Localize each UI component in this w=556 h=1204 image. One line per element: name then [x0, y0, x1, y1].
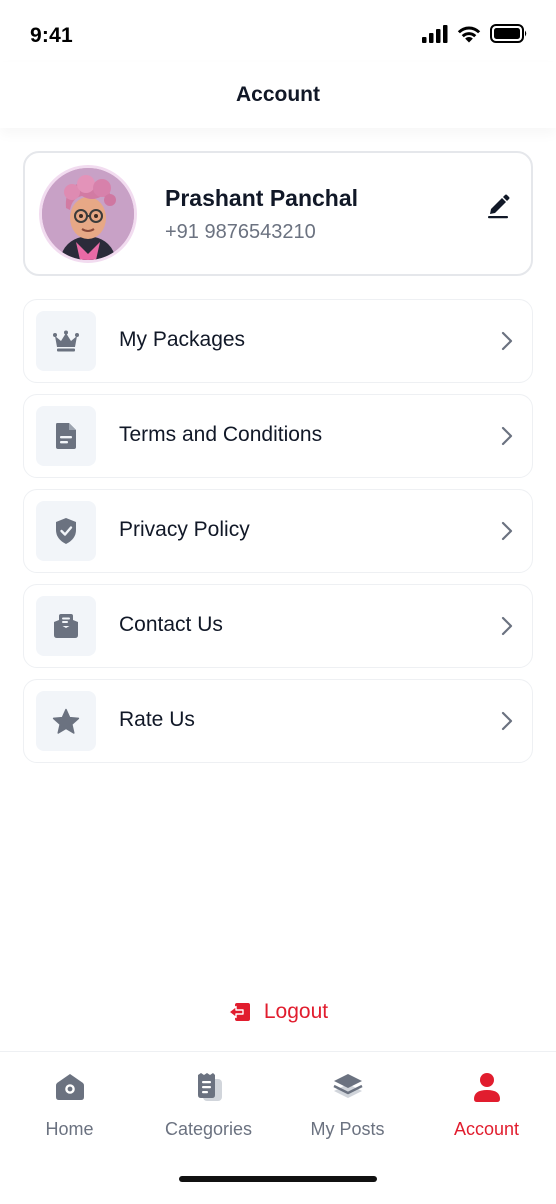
- signal-icon: [422, 24, 448, 43]
- profile-phone: +91 9876543210: [165, 221, 316, 243]
- menu-item-my-packages[interactable]: My Packages: [23, 299, 533, 383]
- user-icon-wrap: [470, 1070, 504, 1104]
- menu-icon-box: [36, 596, 96, 656]
- nav-label: Account: [453, 1119, 520, 1139]
- home-indicator: [179, 1176, 377, 1182]
- header: Account: [0, 62, 556, 128]
- pencil-icon: [488, 194, 510, 219]
- document-icon: [56, 423, 76, 449]
- chevron-right-icon: [501, 331, 513, 351]
- logout-icon: [228, 1003, 250, 1021]
- status-time: 9:41: [30, 24, 73, 47]
- menu-item-label: Terms and Conditions: [119, 423, 323, 446]
- categories-icon: [197, 1073, 222, 1101]
- wifi-icon: [457, 26, 481, 43]
- home-icon-wrap: [53, 1070, 87, 1104]
- menu-item-label: My Packages: [119, 328, 246, 351]
- nav-label: Home: [45, 1119, 94, 1139]
- nav-label: My Posts: [310, 1119, 385, 1139]
- home-icon: [55, 1074, 84, 1100]
- menu-item-label: Privacy Policy: [119, 518, 250, 541]
- categories-icon-wrap: [192, 1070, 226, 1104]
- layers-icon: [332, 1074, 363, 1098]
- menu-item-contact-us[interactable]: Contact Us: [23, 584, 533, 668]
- menu-item-terms[interactable]: Terms and Conditions: [23, 394, 533, 478]
- profile-card: Prashant Panchal +91 9876543210: [23, 151, 533, 276]
- avatar-illustration-icon: [42, 168, 134, 260]
- user-icon: [473, 1073, 500, 1102]
- menu-icon-box: [36, 406, 96, 466]
- status-icons: [422, 24, 528, 43]
- nav-item-categories[interactable]: Categories: [139, 1070, 278, 1150]
- battery-icon: [490, 24, 527, 43]
- menu-item-label: Contact Us: [119, 613, 223, 636]
- crown-icon: [53, 330, 79, 352]
- menu-icon-box: [36, 691, 96, 751]
- menu-item-rate-us[interactable]: Rate Us: [23, 679, 533, 763]
- logout-label: Logout: [263, 1000, 329, 1023]
- edit-profile-button[interactable]: [485, 189, 511, 219]
- menu-item-privacy-policy[interactable]: Privacy Policy: [23, 489, 533, 573]
- nav-item-home[interactable]: Home: [0, 1070, 139, 1150]
- nav-label: Categories: [164, 1119, 253, 1139]
- chevron-right-icon: [501, 711, 513, 731]
- star-icon: [52, 708, 80, 734]
- nav-item-my-posts[interactable]: My Posts: [278, 1070, 417, 1150]
- nav-item-account[interactable]: Account: [417, 1070, 556, 1150]
- chevron-right-icon: [501, 426, 513, 446]
- menu-icon-box: [36, 311, 96, 371]
- page-title: Account: [236, 83, 320, 106]
- mail-inbox-icon: [54, 614, 78, 638]
- chevron-right-icon: [501, 616, 513, 636]
- status-bar: 9:41: [0, 0, 556, 70]
- menu-icon-box: [36, 501, 96, 561]
- avatar[interactable]: [39, 165, 137, 263]
- layers-icon-wrap: [331, 1070, 365, 1104]
- shield-check-icon: [56, 518, 76, 544]
- logout-button[interactable]: Logout: [0, 994, 556, 1030]
- menu-item-label: Rate Us: [119, 708, 195, 731]
- chevron-right-icon: [501, 521, 513, 541]
- profile-name: Prashant Panchal: [165, 185, 359, 211]
